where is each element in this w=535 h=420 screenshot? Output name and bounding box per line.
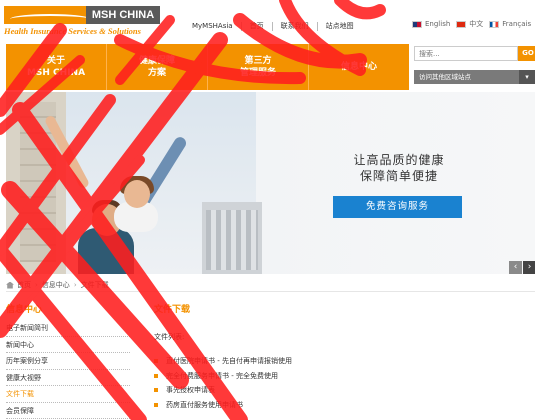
msh-logo[interactable]: MSH CHINA Health Insurance Services & So… (4, 6, 160, 36)
lang-english-label: English (425, 20, 451, 28)
file-item[interactable]: 直付医院申请书 - 先自付再申请报销使用 (154, 354, 292, 369)
topnav-sitemap[interactable]: 站点地图 (318, 21, 362, 31)
mainnav-info-center[interactable]: 信息中心 (309, 44, 409, 90)
bullet-icon (154, 373, 158, 378)
file-item[interactable]: 完全付费服务申请书 - 完全免费使用 (154, 369, 292, 384)
region-select-label: 访问其他区域站点 (419, 73, 471, 81)
banner-arrows: ‹ › (509, 261, 535, 274)
mainnav-about[interactable]: 关于 MSH CHINA (6, 44, 107, 90)
next-arrow-icon[interactable]: › (523, 261, 535, 274)
bullet-icon (154, 359, 158, 364)
mainnav-info-center-line1: 信息中心 (340, 62, 377, 72)
file-item-label: 完全付费服务申请书 - 完全免费使用 (166, 371, 278, 380)
home-icon (6, 281, 14, 289)
content-title: 文件下载 (154, 305, 191, 315)
sidebar-title: 信息中心 (6, 305, 43, 315)
overlay-stroke (334, 0, 386, 20)
flag-uk-icon (412, 20, 422, 28)
mainnav-health-plans-line1: 健康保障 (138, 56, 175, 66)
search-box: GO (414, 46, 535, 61)
region-select[interactable]: 访问其他区域站点 ▾ (414, 70, 535, 84)
file-item-label: 事先授权申请表 (166, 386, 215, 395)
chevron-right-icon: › (35, 281, 38, 289)
language-switcher: English 中文 Français (412, 19, 535, 29)
mainnav-about-line2: MSH CHINA (26, 68, 86, 78)
file-item-label: 直付医院申请书 - 先自付再申请报销使用 (166, 357, 292, 366)
prev-arrow-icon[interactable]: ‹ (509, 261, 522, 274)
woman-head-image (124, 180, 150, 208)
topnav-home[interactable]: 首页 (242, 21, 272, 31)
sidebar-item-member-protection[interactable]: 会员保障 (6, 403, 130, 419)
mainnav-health-plans[interactable]: 健康保障 方案 (107, 44, 208, 90)
bullet-icon (154, 402, 158, 407)
lang-chinese-label: 中文 (469, 20, 484, 28)
divider (6, 291, 535, 292)
topnav-contact[interactable]: 联系我们 (273, 21, 317, 31)
sidebar-item-newsletter[interactable]: 电子新闻简刊 (6, 320, 130, 337)
sidebar-item-health-vision[interactable]: 健康大视野 (6, 370, 130, 386)
lang-english[interactable]: English (412, 20, 450, 28)
file-item[interactable]: 事先授权申请表 (154, 383, 292, 398)
mainnav-tpa-line1: 第三方 (244, 56, 272, 66)
file-list-label: 文件列表: (154, 333, 185, 341)
search-input[interactable] (414, 46, 518, 61)
page: MSH CHINA Health Insurance Services & So… (0, 0, 535, 420)
breadcrumb-info-center[interactable]: 信息中心 (42, 280, 70, 290)
flag-cn-icon (456, 20, 467, 28)
banner-headline-line1: 让高品质的健康 (353, 153, 445, 167)
flag-fr-icon (489, 20, 500, 28)
top-nav: MyMSHAsia 首页 联系我们 站点地图 (192, 21, 362, 31)
sidebar-item-cases[interactable]: 历年案例分享 (6, 353, 130, 370)
banner-headline-line2: 保障简单便捷 (359, 169, 438, 183)
sidebar-item-news[interactable]: 新闻中心 (6, 337, 130, 353)
mainnav-tpa-line2: 管理服务 (239, 68, 276, 78)
bullet-icon (154, 388, 158, 393)
mainnav-tpa[interactable]: 第三方 管理服务 (208, 44, 309, 90)
lang-french-label: Français (502, 20, 532, 28)
mainnav-about-line1: 关于 (46, 56, 65, 66)
file-item-label: 药房直付服务使用申请书 (166, 400, 243, 409)
file-list: 直付医院申请书 - 先自付再申请报销使用 完全付费服务申请书 - 完全免费使用 … (154, 354, 292, 412)
sidebar-list: 电子新闻简刊 新闻中心 历年案例分享 健康大视野 文件下载 会员保障 (6, 320, 130, 419)
search-go-button[interactable]: GO (518, 46, 535, 61)
main-nav: 关于 MSH CHINA 健康保障 方案 第三方 管理服务 信息中心 (6, 44, 409, 90)
topnav-mymshasia[interactable]: MyMSHAsia (192, 22, 241, 30)
file-item[interactable]: 药房直付服务使用申请书 (154, 398, 292, 413)
building-right-detail (206, 210, 258, 270)
free-consult-button[interactable]: 免费咨询服务 (333, 196, 462, 218)
lang-french[interactable]: Français (489, 20, 531, 28)
hero-banner: 让高品质的健康 保障简单便捷 免费咨询服务 (6, 92, 535, 274)
logo-tagline: Health Insurance Services & Solutions (4, 26, 141, 36)
mainnav-health-plans-line2: 方案 (147, 68, 166, 78)
banner-headline: 让高品质的健康 保障简单便捷 (334, 152, 464, 184)
chevron-right-icon: › (73, 281, 77, 289)
sidebar-item-downloads[interactable]: 文件下载 (6, 386, 130, 403)
breadcrumb: 首页 › 信息中心 › 文件下载 (6, 280, 109, 290)
logo-swoosh-icon (10, 14, 90, 24)
chevron-down-icon: ▾ (519, 70, 535, 84)
lang-chinese[interactable]: 中文 (456, 19, 483, 29)
breadcrumb-current: 文件下载 (80, 281, 109, 289)
logo-brand-text: MSH CHINA (86, 6, 160, 24)
breadcrumb-home[interactable]: 首页 (17, 280, 31, 290)
